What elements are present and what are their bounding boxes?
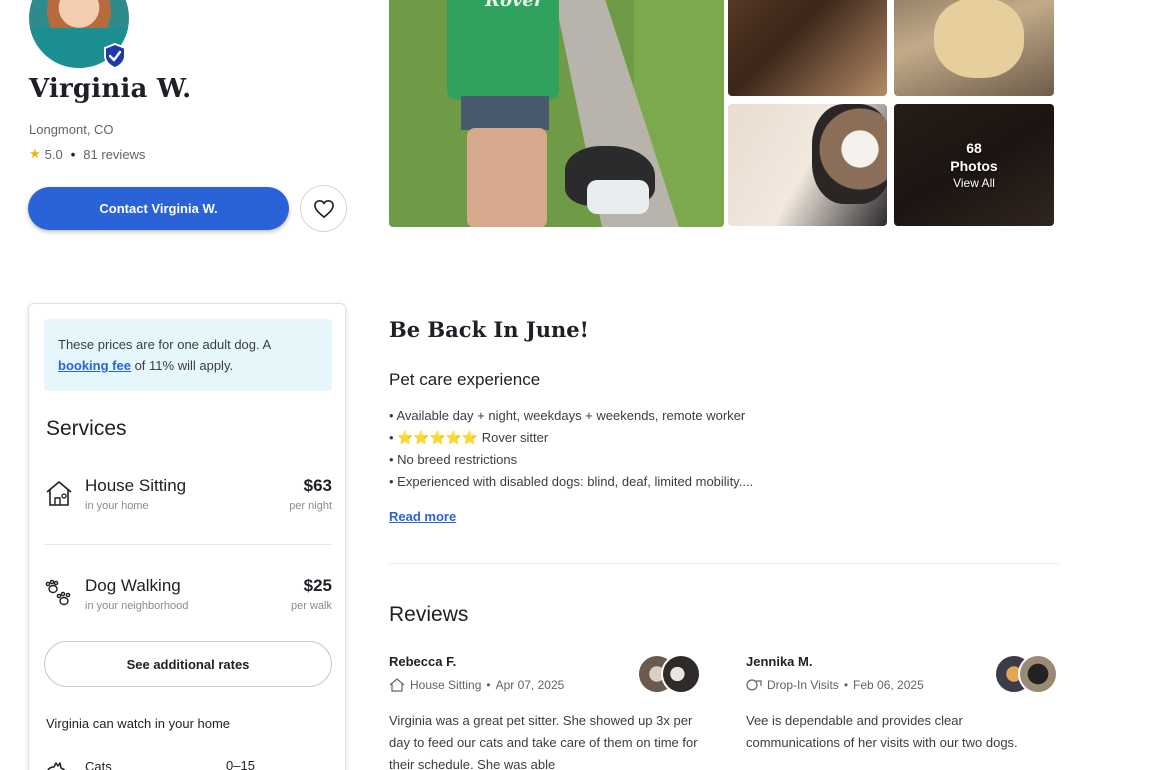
experience-item: • Experienced with disabled dogs: blind,…	[389, 474, 754, 489]
drop-in-icon	[746, 679, 762, 691]
service-price-unit: per night	[289, 500, 332, 512]
experience-item: • ⭐⭐⭐⭐⭐ Rover sitter	[389, 428, 753, 450]
review-body: Vee is dependable and provides clear com…	[746, 713, 1018, 750]
photo-dog	[934, 0, 1024, 78]
pet-row-cats: Cats 0–15	[44, 756, 332, 770]
photo-sitter-shirt	[447, 0, 559, 100]
pet-count-range: 0–15	[226, 758, 255, 770]
experience-title: Pet care experience	[389, 370, 541, 389]
services-card: These prices are for one adult dog. A bo…	[28, 303, 346, 770]
house-sitting-icon	[389, 678, 405, 692]
separator-dot: •	[70, 146, 76, 162]
service-subtitle: in your neighborhood	[85, 600, 189, 612]
gallery-photo-3[interactable]	[894, 0, 1054, 96]
service-name: Dog Walking	[85, 576, 181, 595]
reviewer-name: Jennika M.	[746, 654, 813, 669]
review-date: Feb 06, 2025	[853, 678, 924, 692]
review-date: Apr 07, 2025	[495, 678, 565, 692]
star-icon: ★	[29, 146, 41, 161]
service-price-unit: per walk	[291, 600, 332, 612]
separator-dot: •	[486, 678, 491, 692]
photo-count: 68	[966, 140, 982, 156]
gallery-overlay: 68 Photos View All	[894, 104, 1054, 226]
gallery-photo-main[interactable]: Rover	[389, 0, 724, 227]
reviewer-name: Rebecca F.	[389, 654, 457, 669]
paw-prints-icon	[45, 579, 71, 606]
gallery-photo-4[interactable]	[728, 104, 887, 226]
price-note: These prices are for one adult dog. A bo…	[44, 319, 332, 391]
pet-name: Cats	[85, 759, 112, 770]
service-dog-walking[interactable]: Dog Walking in your neighborhood $25 per…	[44, 576, 332, 626]
verified-badge-icon	[104, 43, 126, 69]
bullet-marker: •	[389, 430, 398, 445]
view-all-link[interactable]: View All	[953, 175, 995, 191]
photo-sitter-shorts	[461, 96, 549, 130]
watch-in-home-title: Virginia can watch in your home	[46, 716, 231, 731]
review-meta: Drop-In Visits • Feb 06, 2025	[746, 678, 924, 692]
services-title: Services	[46, 417, 127, 440]
five-stars-icon: ⭐⭐⭐⭐⭐	[397, 430, 479, 445]
sitter-name: Virginia W.	[29, 74, 192, 104]
price-note-prefix: These prices are for one adult dog. A	[58, 337, 271, 352]
experience-list: • Available day + night, weekdays + week…	[389, 406, 753, 494]
photo-shirt-logo: Rover	[485, 0, 544, 11]
heart-icon	[313, 199, 334, 218]
review-service: Drop-In Visits	[767, 678, 839, 692]
sitter-location: Longmont, CO	[29, 122, 114, 137]
review-service: House Sitting	[410, 678, 482, 692]
photo-dog-face	[812, 104, 887, 204]
review-body: Virginia was a great pet sitter. She sho…	[389, 713, 698, 770]
review-card: Jennika M. Drop-In Visits • Feb 06, 2025…	[746, 654, 1058, 770]
services-divider	[44, 544, 332, 545]
read-more-link[interactable]: Read more	[389, 509, 456, 524]
favorite-button[interactable]	[300, 185, 347, 232]
service-price: $25	[303, 576, 332, 595]
review-photo[interactable]	[1018, 654, 1058, 694]
experience-item: • Available day + night, weekdays + week…	[389, 408, 746, 423]
section-divider	[389, 563, 1059, 564]
review-meta: House Sitting • Apr 07, 2025	[389, 678, 564, 692]
booking-fee-link[interactable]: booking fee	[58, 358, 131, 373]
house-sitting-icon	[46, 481, 72, 506]
contact-button[interactable]: Contact Virginia W.	[28, 187, 289, 230]
rating-value: 5.0	[44, 146, 63, 162]
separator-dot: •	[843, 678, 849, 692]
see-additional-rates-button[interactable]: See additional rates	[44, 641, 332, 687]
price-note-suffix: of 11% will apply.	[134, 358, 234, 373]
review-count[interactable]: 81 reviews	[83, 147, 145, 162]
about-title: Be Back In June!	[389, 317, 589, 342]
reviews-title: Reviews	[389, 603, 469, 626]
cat-icon	[47, 762, 66, 770]
gallery-view-all[interactable]: 68 Photos View All	[894, 104, 1054, 226]
service-name: House Sitting	[85, 476, 187, 495]
photo-sitter-legs	[467, 128, 547, 227]
experience-item: • No breed restrictions	[389, 452, 518, 467]
review-photo[interactable]	[661, 654, 701, 694]
service-price: $63	[303, 476, 332, 495]
photos-label: Photos	[950, 158, 998, 174]
photo-dog-bandana	[587, 180, 649, 214]
review-card: Rebecca F. House Sitting • Apr 07, 2025 …	[389, 654, 701, 770]
service-subtitle: in your home	[85, 500, 149, 512]
review-photos[interactable]	[994, 654, 1058, 694]
rating-summary[interactable]: ★ 5.0 • 81 reviews	[29, 146, 145, 162]
gallery-photo-2[interactable]	[728, 0, 887, 96]
review-photos[interactable]	[637, 654, 701, 694]
rover-sitter-text: Rover sitter	[478, 430, 549, 445]
service-house-sitting[interactable]: House Sitting in your home $63 per night	[44, 476, 332, 526]
